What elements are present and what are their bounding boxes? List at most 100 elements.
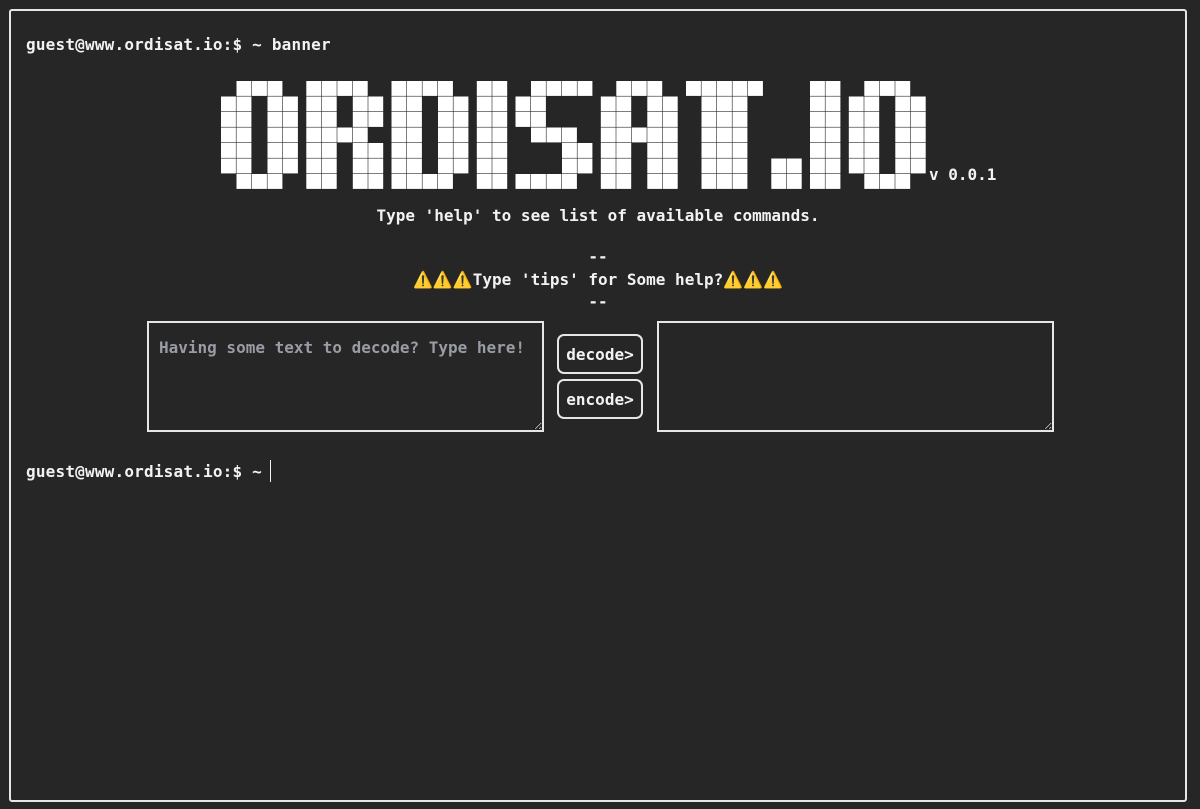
logo-pixel [476,143,492,158]
logo-pixel [825,112,841,127]
logo-pixel [864,143,880,158]
logo-pixel [492,96,508,112]
logo-pixel [221,112,236,127]
logo-pixel [236,127,252,143]
logo-pixel [492,143,508,158]
logo-pixel [352,143,368,158]
logo-pixel [910,127,926,143]
logo-pixel [647,158,663,174]
logo-pixel [895,127,911,143]
decode-input[interactable] [147,321,544,432]
separator-top: -- [588,247,608,266]
logo-pixel [368,112,384,127]
logo-pixel [717,112,732,127]
logo-pixel [321,127,337,143]
logo-pixel [438,174,453,189]
logo-pixel [438,127,453,143]
logo-pixel [531,96,546,112]
logo-pixel [864,112,880,127]
command-input-line[interactable]: guest@www.ordisat.io:$ ~ [26,460,271,482]
encode-button[interactable]: encode> [557,379,643,419]
logo-pixel [476,81,492,96]
logo-pixel [600,127,616,143]
logo-pixel [283,112,298,127]
logo-pixel [810,127,825,143]
logo-pixel [368,96,384,112]
logo-pixel [701,158,717,174]
logo-pixel [810,112,825,127]
logo-pixel [825,96,841,112]
logo-pixel [732,112,748,127]
logo-pixel [492,112,508,127]
logo-pixel [321,143,337,158]
logo-pixel [407,143,422,158]
logo-pixel [236,96,252,112]
logo-pixel [438,143,453,158]
logo-pixel [717,96,732,112]
logo-pixel [701,174,717,189]
logo-pixel [616,112,632,127]
logo-pixel [453,158,469,174]
logo-pixel [562,143,577,158]
logo-pixel [267,127,283,143]
logo-pixel [686,81,701,96]
logo-pixel [717,143,732,158]
logo-pixel [825,174,841,189]
codec-panel: decode> encode> [11,321,1185,433]
decode-button[interactable]: decode> [557,334,643,374]
logo-pixel [647,81,663,96]
logo-pixel [515,96,531,112]
logo-pixel [810,96,825,112]
logo-pixel [647,112,663,127]
logo-pixel [810,143,825,158]
logo-pixel [267,158,283,174]
logo-pixel [438,81,453,96]
logo-pixel [438,96,453,112]
logo-pixel [476,127,492,143]
logo-pixel [647,174,663,189]
logo-pixel [631,81,647,96]
logo-pixel [453,96,469,112]
logo-pixel [391,158,407,174]
logo-pixel [562,174,577,189]
prompt-text: guest@www.ordisat.io:$ ~ [26,461,262,481]
logo-pixel [221,127,236,143]
logo-pixel [531,81,546,96]
logo-pixel [368,158,384,174]
logo-pixel [662,127,678,143]
logo-pixel [368,174,384,189]
logo-pixel [600,158,616,174]
logo-pixel [391,112,407,127]
logo-pixel [910,158,926,174]
logo-pixel [306,127,322,143]
logo-pixel [786,158,802,174]
logo-pixel [453,143,469,158]
logo-pixel [252,174,267,189]
output-textarea[interactable] [657,321,1054,432]
logo-pixel [662,143,678,158]
logo-pixel [453,127,469,143]
logo-pixel [391,96,407,112]
logo-pixel [391,127,407,143]
logo-pixel [701,143,717,158]
banner: v 0.0.1 [11,77,1185,192]
logo-pixel [771,174,787,189]
logo-pixel [662,174,678,189]
logo-pixel [577,81,593,96]
history-command: banner [271,35,331,54]
logo-pixel [662,112,678,127]
logo-pixel [717,158,732,174]
logo-pixel [492,81,508,96]
logo-pixel [546,81,562,96]
logo-pixel [352,112,368,127]
logo-pixel [786,174,802,189]
terminal-window[interactable]: guest@www.ordisat.io:$ ~ banner v 0.0.1 … [9,9,1187,802]
logo-pixel [848,127,864,143]
logo-pixel [236,158,252,174]
logo-pixel [306,174,322,189]
logo-pixel [407,112,422,127]
logo-pixel [616,96,632,112]
logo-pixel [717,174,732,189]
logo-pixel [407,174,422,189]
logo-pixel [337,81,353,96]
